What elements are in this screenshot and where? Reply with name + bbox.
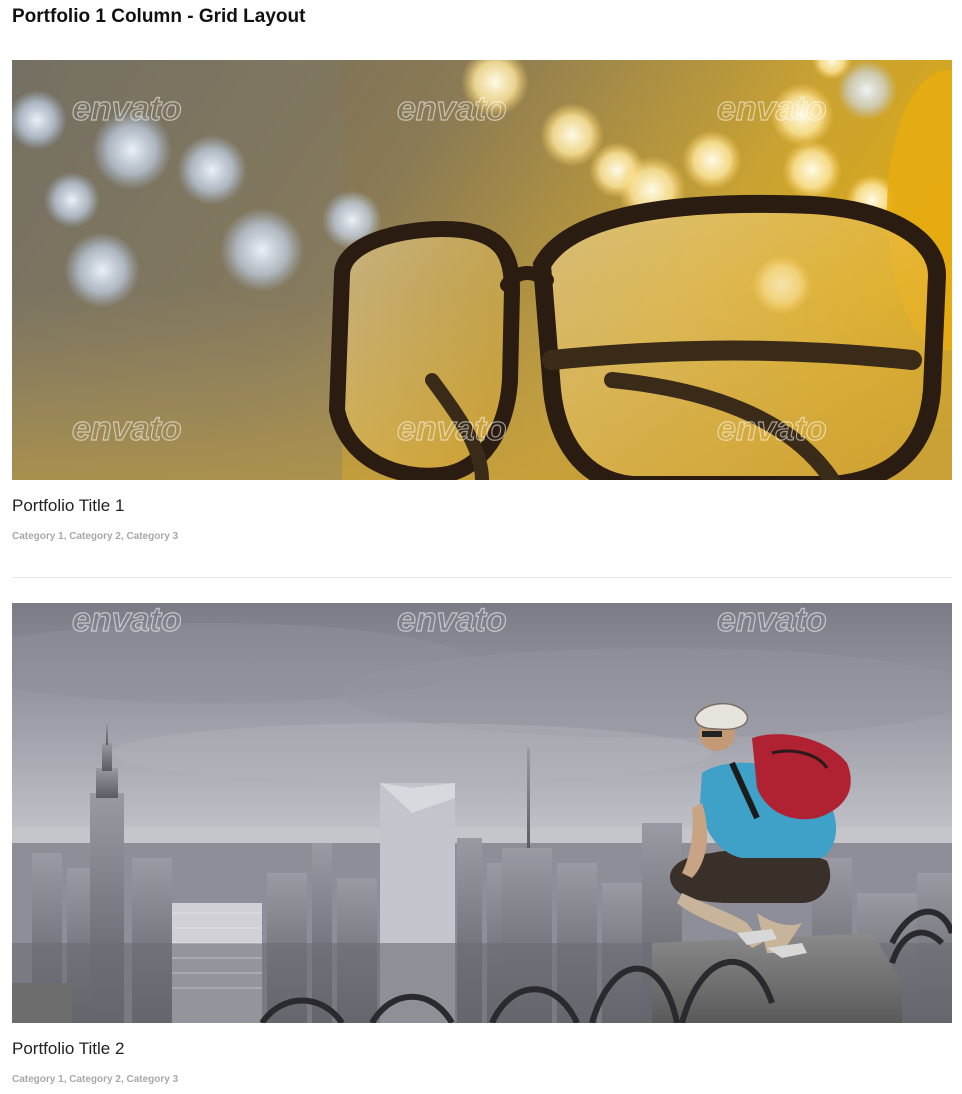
svg-text:envato: envato: [72, 603, 182, 639]
portfolio-thumbnail-glasses[interactable]: envato envato envato envato envato envat…: [12, 60, 952, 480]
item-divider: [12, 577, 952, 578]
page-title: Portfolio 1 Column - Grid Layout: [12, 6, 306, 27]
svg-text:envato: envato: [397, 603, 507, 639]
category-link[interactable]: Category 3: [127, 1074, 179, 1085]
svg-text:envato: envato: [717, 410, 827, 448]
portfolio-item: envato envato envato Portfolio Title 2 C…: [12, 603, 952, 1085]
category-link[interactable]: Category 2: [69, 531, 121, 542]
category-link[interactable]: Category 3: [127, 531, 179, 542]
portfolio-thumbnail-city[interactable]: envato envato envato: [12, 603, 952, 1023]
portfolio-categories: Category 1, Category 2, Category 3: [12, 1074, 178, 1085]
city-photo: envato envato envato: [12, 603, 952, 1023]
portfolio-title[interactable]: Portfolio Title 1: [12, 496, 124, 516]
portfolio-title[interactable]: Portfolio Title 2: [12, 1039, 124, 1059]
svg-text:envato: envato: [72, 90, 182, 128]
portfolio-item: envato envato envato envato envato envat…: [12, 60, 952, 542]
portfolio-categories: Category 1, Category 2, Category 3: [12, 531, 178, 542]
svg-text:envato: envato: [717, 90, 827, 128]
category-link[interactable]: Category 1: [12, 531, 64, 542]
glasses-photo: envato envato envato envato envato envat…: [12, 60, 952, 480]
svg-text:envato: envato: [397, 90, 507, 128]
svg-text:envato: envato: [397, 410, 507, 448]
category-link[interactable]: Category 2: [69, 1074, 121, 1085]
svg-text:envato: envato: [717, 603, 827, 639]
svg-text:envato: envato: [72, 410, 182, 448]
category-link[interactable]: Category 1: [12, 1074, 64, 1085]
